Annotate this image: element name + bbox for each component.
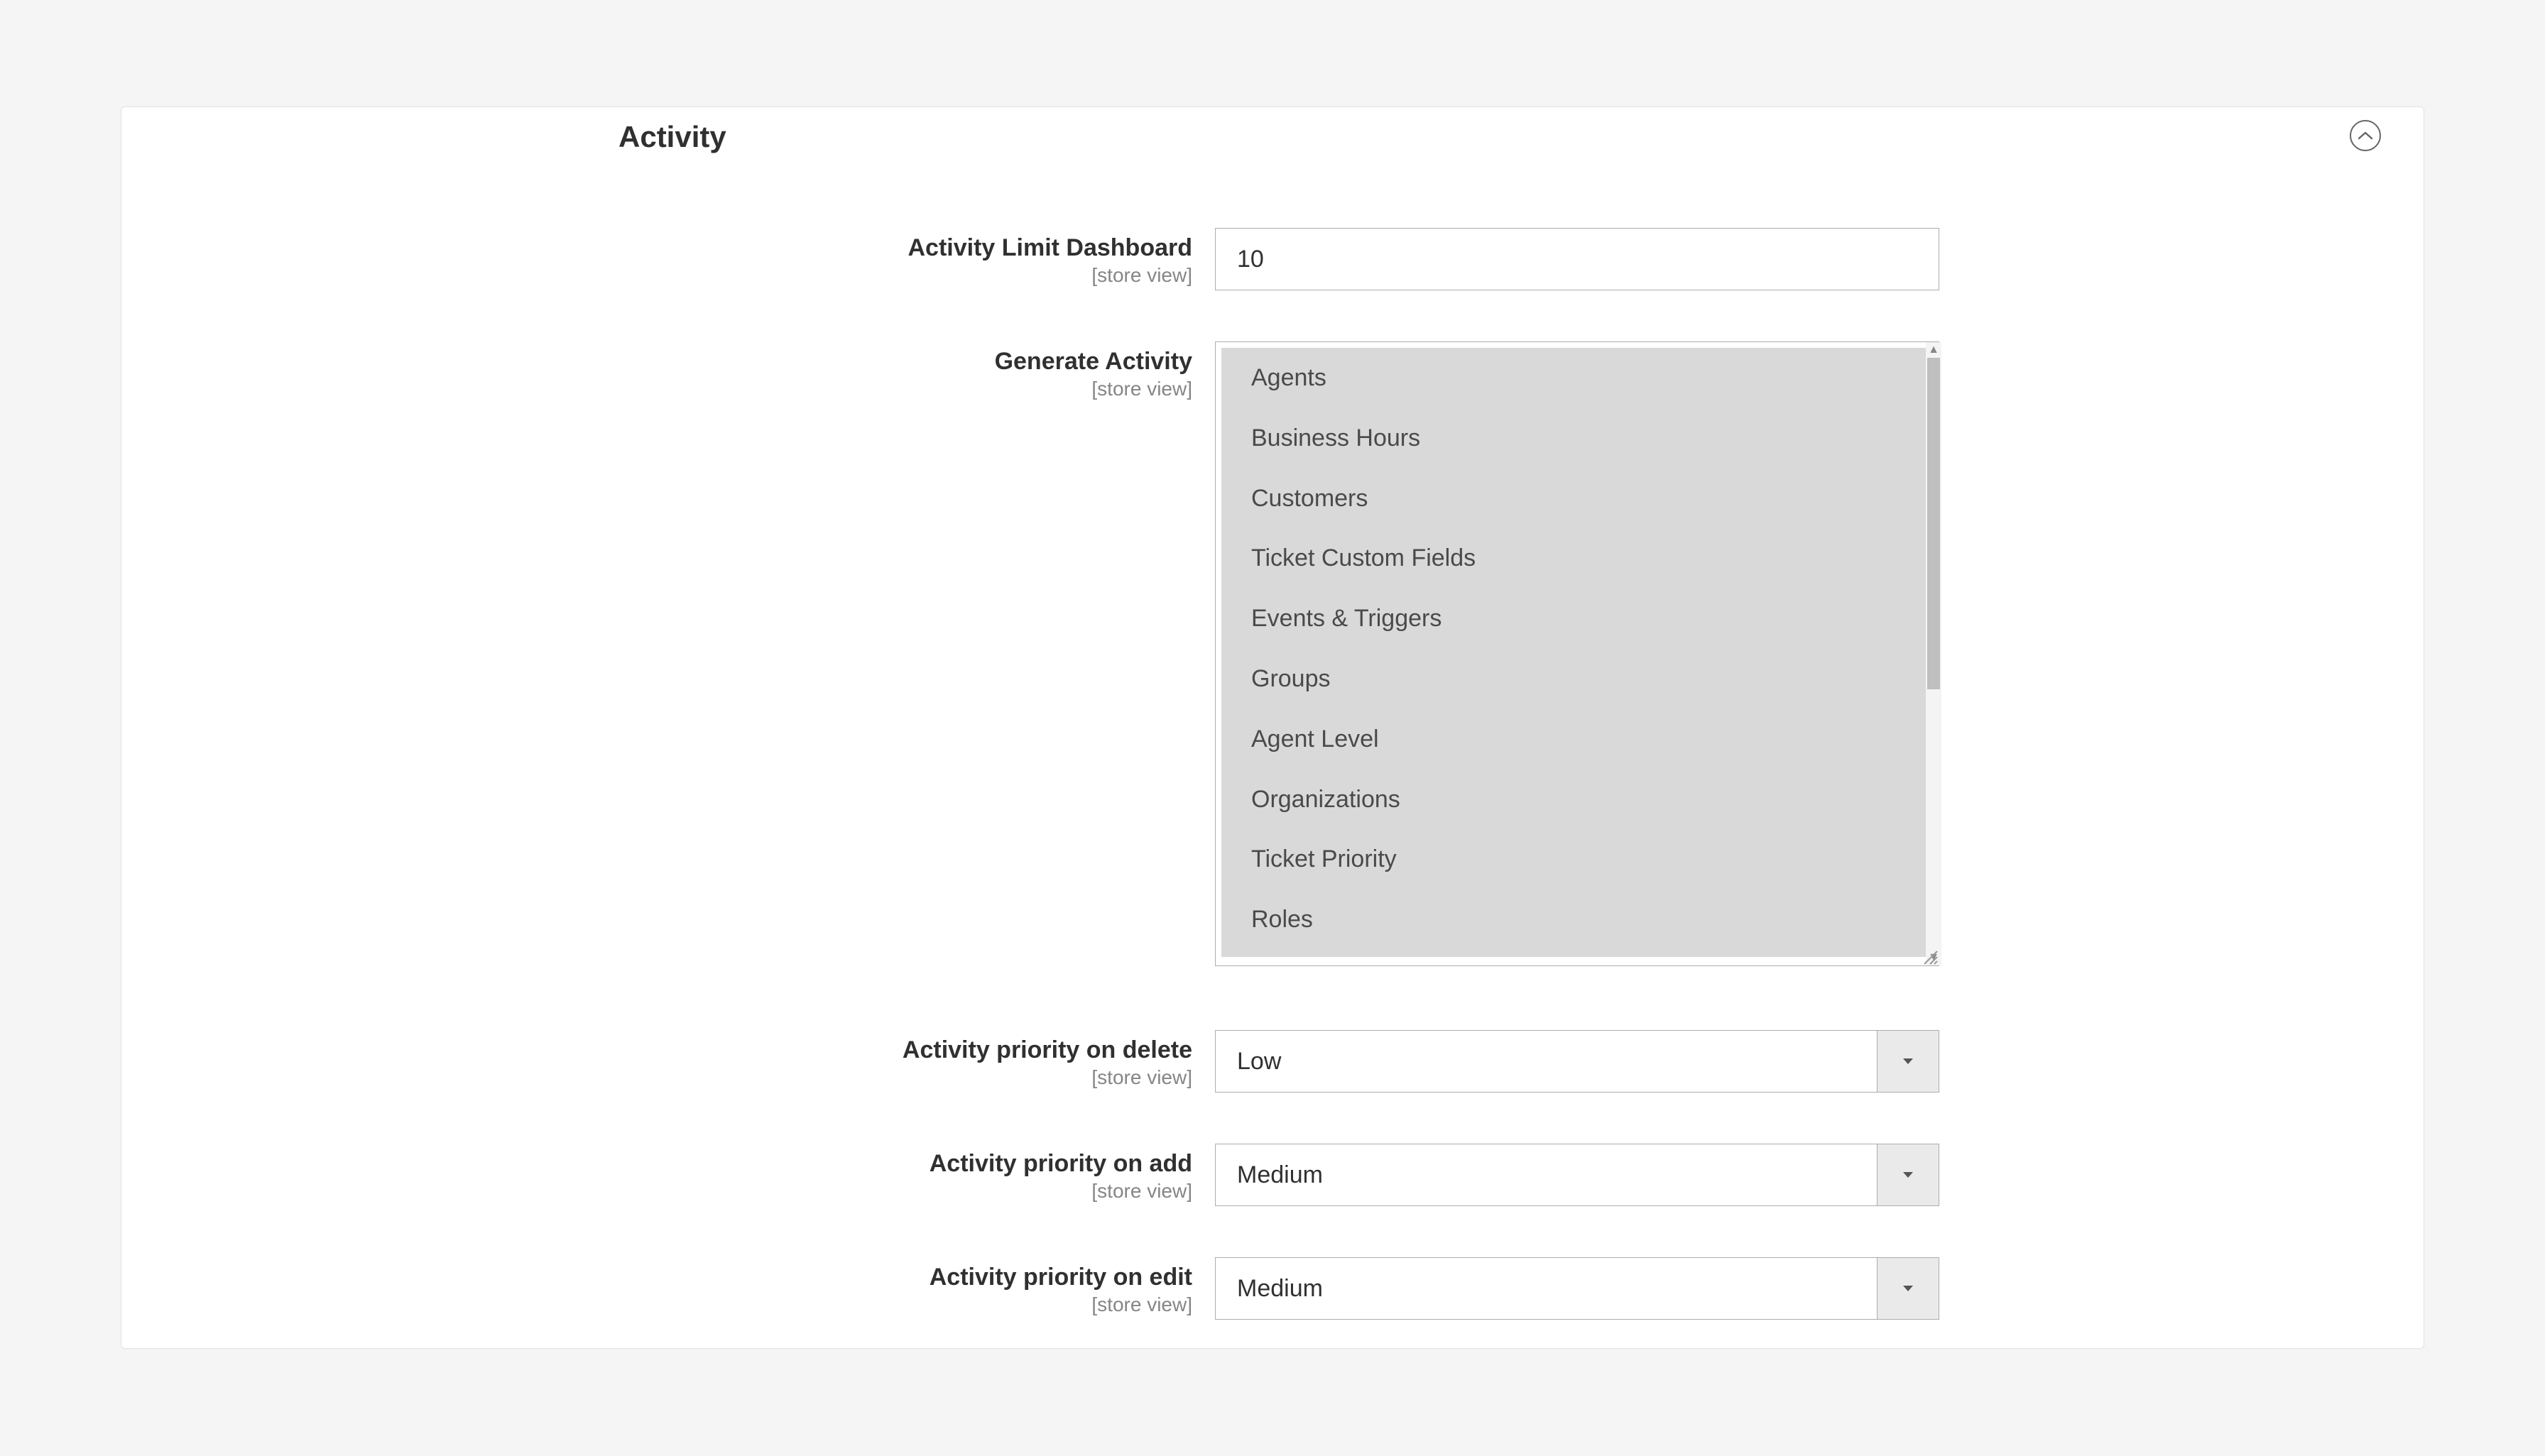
field-label-col: Activity Limit Dashboard [store view] [121,228,1215,287]
scroll-thumb[interactable] [1927,358,1940,689]
field-scope: [store view] [121,1066,1192,1089]
multiselect-option[interactable]: Events & Triggers [1221,589,1930,649]
priority-delete-select[interactable]: Low [1215,1030,1939,1093]
multiselect-option[interactable]: Customers [1221,469,1930,529]
priority-edit-select[interactable]: Medium [1215,1257,1939,1320]
field-scope: [store view] [121,1293,1192,1316]
field-row-priority-delete: Activity priority on delete [store view]… [121,1030,2424,1093]
multiselect-option[interactable]: Agents [1221,348,1930,408]
chevron-down-icon [1902,1171,1914,1179]
panel-title: Activity [618,120,726,154]
field-input-col: Medium [1215,1144,1949,1206]
field-scope: [store view] [121,378,1192,400]
multiselect-scrollbar[interactable]: ▲ ▼ [1926,342,1941,965]
select-dropdown-button[interactable] [1877,1257,1939,1320]
field-scope: [store view] [121,264,1192,287]
multiselect-option[interactable]: Ticket Priority [1221,829,1930,890]
select-value: Low [1215,1030,1877,1093]
field-row-generate-activity: Generate Activity [store view] Agents Bu… [121,341,2424,966]
field-row-activity-limit: Activity Limit Dashboard [store view] [121,228,2424,290]
multiselect-inner: Agents Business Hours Customers Ticket C… [1221,348,1930,957]
field-input-col: Medium [1215,1257,1949,1320]
scroll-up-icon: ▲ [1926,342,1941,358]
multiselect-option[interactable]: Ticket Custom Fields [1221,528,1930,589]
chevron-down-icon [1902,1057,1914,1066]
field-label: Activity priority on delete [121,1036,1192,1065]
field-label: Activity priority on add [121,1149,1192,1178]
generate-activity-multiselect[interactable]: Agents Business Hours Customers Ticket C… [1215,341,1939,966]
page-canvas: Activity Activity Limit Dashboard [store… [0,0,2545,1456]
field-label-col: Activity priority on edit [store view] [121,1257,1215,1316]
multiselect-option[interactable]: Roles [1221,890,1930,950]
multiselect-option[interactable]: Agent Level [1221,709,1930,770]
field-row-priority-edit: Activity priority on edit [store view] M… [121,1257,2424,1320]
scroll-track [1926,358,1941,950]
chevron-up-icon [2358,131,2373,141]
select-value: Medium [1215,1144,1877,1206]
multiselect-option[interactable]: Groups [1221,649,1930,709]
field-label-col: Generate Activity [store view] [121,341,1215,400]
select-dropdown-button[interactable] [1877,1144,1939,1206]
field-label: Activity priority on edit [121,1263,1192,1292]
form-body: Activity Limit Dashboard [store view] Ge… [121,150,2424,1320]
field-label-col: Activity priority on add [store view] [121,1144,1215,1203]
field-label: Activity Limit Dashboard [121,234,1192,263]
priority-add-select[interactable]: Medium [1215,1144,1939,1206]
field-scope: [store view] [121,1180,1192,1203]
field-input-col: Agents Business Hours Customers Ticket C… [1215,341,1949,966]
activity-panel: Activity Activity Limit Dashboard [store… [121,106,2424,1349]
field-input-col: Low [1215,1030,1949,1093]
field-input-col [1215,228,1949,290]
multiselect-option[interactable]: Organizations [1221,770,1930,830]
chevron-down-icon [1902,1284,1914,1293]
resize-handle[interactable] [1920,947,1939,965]
multiselect-option[interactable]: Business Hours [1221,408,1930,469]
field-label-col: Activity priority on delete [store view] [121,1030,1215,1089]
select-dropdown-button[interactable] [1877,1030,1939,1093]
select-value: Medium [1215,1257,1877,1320]
collapse-section-button[interactable] [2350,120,2381,151]
panel-header: Activity [121,107,2424,150]
field-row-priority-add: Activity priority on add [store view] Me… [121,1144,2424,1206]
activity-limit-input[interactable] [1215,228,1939,290]
field-label: Generate Activity [121,347,1192,376]
